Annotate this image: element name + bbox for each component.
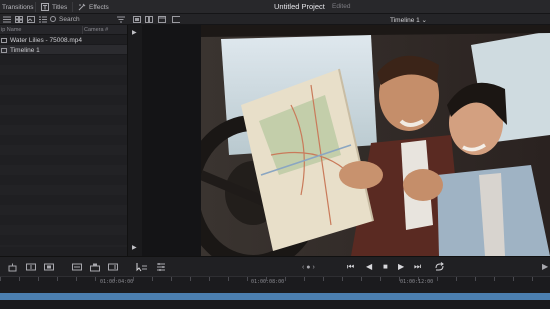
sub-toolbar: Search Timeline 1 ⌄ (0, 14, 550, 25)
timeline-track-area[interactable] (0, 300, 550, 309)
ruler-tick (456, 277, 457, 281)
ruler-tick (513, 277, 514, 281)
append-clip-icon[interactable] (108, 263, 118, 272)
metadata-view-icon[interactable] (39, 16, 47, 23)
video-clip-icon (1, 37, 7, 43)
effects-icon (78, 3, 86, 11)
transport-bar: ‹ ● › ⏮ ◀ ■ ▶ ⏭ ▶ (0, 256, 550, 276)
media-pool-empty-area[interactable] (0, 55, 127, 247)
ruler-tick (76, 277, 77, 281)
ruler-tick (0, 277, 1, 281)
timeline-clip[interactable] (0, 293, 550, 300)
project-status: Edited (332, 2, 351, 10)
viewer-side-strip: ▶ ▶ (128, 25, 142, 256)
ruler-tick (342, 277, 343, 281)
timeline-selector[interactable]: Timeline 1 ⌄ (390, 16, 427, 24)
timecode-label: 01:00:04:00 (100, 279, 134, 285)
jog-control[interactable]: ‹ ● › (302, 263, 315, 272)
ruler-tick (323, 277, 324, 281)
edit-mode-icon[interactable] (136, 262, 148, 272)
divider (35, 2, 36, 12)
ruler-tick (532, 277, 533, 281)
sort-icon[interactable] (117, 16, 125, 23)
replace-clip-icon[interactable] (72, 263, 82, 272)
timeline-icon (1, 47, 7, 53)
trim-options-icon[interactable] (156, 262, 166, 272)
thumbnail-view-icon[interactable] (27, 16, 35, 23)
project-title: Untitled Project (274, 2, 325, 11)
dual-viewer-icon[interactable] (145, 16, 153, 23)
list-view-icon[interactable] (3, 16, 11, 23)
play-reverse-icon[interactable]: ◀ (366, 262, 372, 271)
transitions-label: Transitions (2, 3, 34, 11)
ruler-tick (19, 277, 20, 281)
titles-icon (41, 3, 49, 11)
top-toolbar: Transitions Titles Effects Untitled Proj… (0, 0, 550, 14)
video-frame (201, 25, 550, 256)
viewer-options-icon[interactable] (172, 16, 180, 23)
next-icon[interactable]: ▶ (542, 262, 548, 271)
timeline-viewer[interactable] (142, 25, 550, 256)
effects-tab[interactable]: Effects (78, 2, 109, 12)
ruler-tick (380, 277, 381, 281)
timecode-label: 01:00:08:00 (251, 279, 285, 285)
ruler-tick (304, 277, 305, 281)
frame-image (201, 25, 550, 256)
ruler-tick (475, 277, 476, 281)
timeline-ruler[interactable]: 01:00:04:00 01:00:08:00 01:00:12:00 (0, 276, 550, 290)
match-frame-icon[interactable] (8, 263, 17, 272)
ruler-tick (152, 277, 153, 281)
ruler-tick (57, 277, 58, 281)
ruler-tick (247, 277, 248, 281)
ruler-tick (228, 277, 229, 281)
insert-clip-icon[interactable] (26, 263, 36, 272)
media-pool-item[interactable]: Water Lilies - 75008.mp4 (0, 35, 127, 45)
stop-icon[interactable]: ■ (383, 262, 388, 271)
ruler-tick (361, 277, 362, 281)
divider (72, 2, 73, 12)
timecode-label: 01:00:12:00 (400, 279, 434, 285)
ruler-tick (95, 277, 96, 281)
go-to-first-frame-icon[interactable]: ⏮ (347, 262, 354, 271)
ruler-tick (494, 277, 495, 281)
place-on-top-icon[interactable] (90, 263, 100, 272)
column-camera[interactable]: Camera # (84, 27, 108, 33)
overwrite-clip-icon[interactable] (44, 263, 54, 272)
clip-name: Water Lilies - 75008.mp4 (10, 36, 83, 44)
expand-right-icon[interactable]: ▶ (132, 244, 137, 251)
ruler-tick (285, 277, 286, 281)
ruler-tick (190, 277, 191, 281)
search-input[interactable]: Search (59, 16, 80, 23)
ruler-tick (171, 277, 172, 281)
cinema-viewer-icon[interactable] (158, 16, 166, 23)
transitions-tab[interactable]: Transitions (2, 2, 34, 12)
viewer-layout-icon[interactable] (133, 16, 141, 23)
column-divider[interactable] (82, 26, 83, 34)
ruler-tick (133, 277, 134, 281)
grid-view-icon[interactable] (15, 16, 23, 23)
loop-icon[interactable] (434, 262, 445, 272)
media-pool-item[interactable]: Timeline 1 (0, 45, 127, 55)
titles-label: Titles (52, 3, 68, 11)
media-pool-header: ip Name Camera # (0, 25, 127, 35)
go-to-last-frame-icon[interactable]: ⏭ (414, 262, 421, 271)
ruler-tick (209, 277, 210, 281)
search-icon[interactable] (50, 16, 56, 22)
column-name[interactable]: ip Name (1, 27, 21, 33)
clip-name: Timeline 1 (10, 46, 40, 54)
titles-tab[interactable]: Titles (41, 2, 67, 12)
expand-right-icon[interactable]: ▶ (132, 29, 137, 36)
media-pool: ip Name Camera # Water Lilies - 75008.mp… (0, 25, 128, 256)
play-icon[interactable]: ▶ (398, 262, 404, 271)
ruler-tick (38, 277, 39, 281)
effects-label: Effects (89, 3, 109, 11)
ruler-tick (437, 277, 438, 281)
